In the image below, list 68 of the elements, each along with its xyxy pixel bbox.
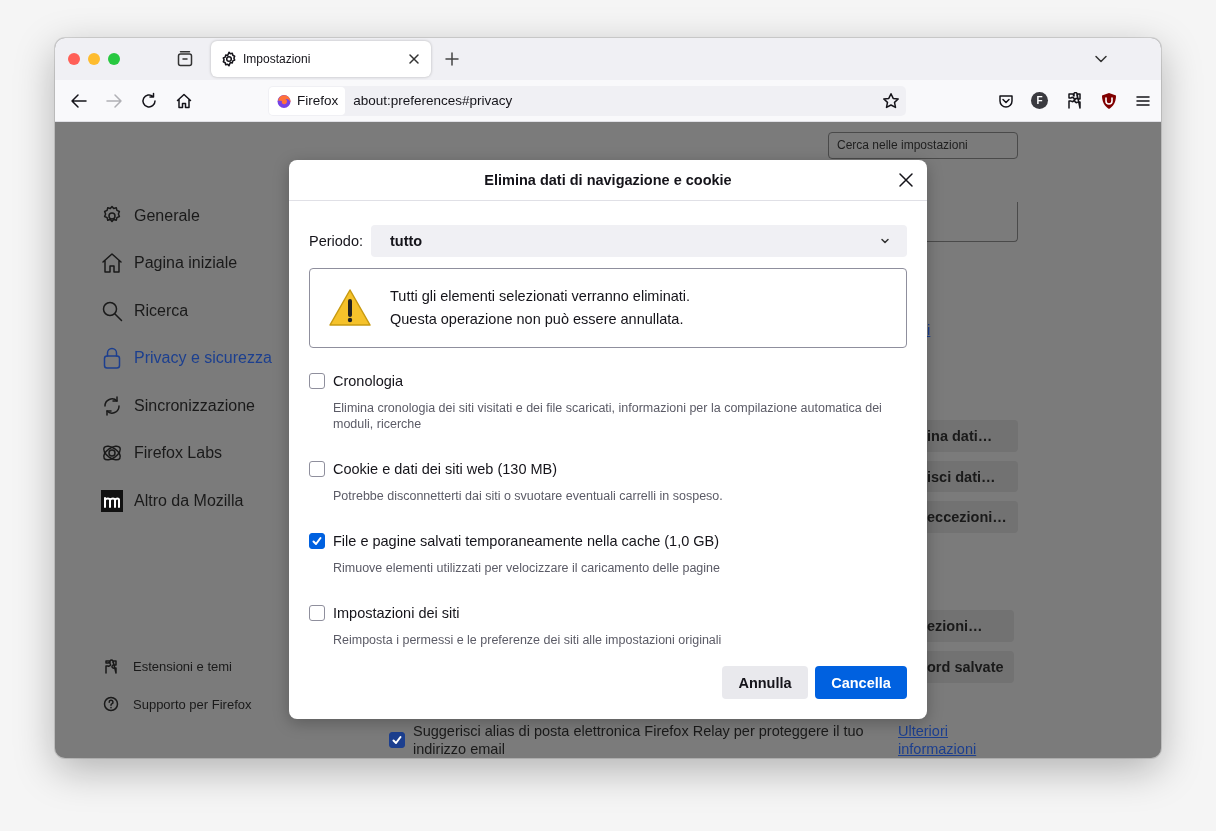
settings-button[interactable]: ezioni… bbox=[927, 610, 1014, 643]
settings-button[interactable]: isci dati… bbox=[927, 460, 1018, 493]
checkbox-label: File e pagine salvati temporaneamente nella cache (1,0 GB) bbox=[333, 533, 720, 549]
sidebar-link[interactable]: Supporto per Firefox bbox=[55, 685, 289, 723]
warning-text: Questa operazione non può essere annullata. bbox=[390, 310, 685, 329]
option-description: Rimuove elementi utilizzati per velocizzare il caricamento delle pagine bbox=[332, 560, 721, 576]
search-field[interactable]: Cerca nelle impostazioni bbox=[828, 132, 1018, 159]
cancel-button[interactable]: Annulla bbox=[722, 666, 808, 699]
sidebar-item[interactable]: Ricerca bbox=[55, 287, 289, 335]
address-bar[interactable]: Firefox about:preferences#privacy bbox=[268, 85, 906, 116]
back-arrow-icon[interactable] bbox=[70, 91, 88, 110]
home-icon bbox=[101, 252, 123, 275]
home-icon[interactable] bbox=[175, 91, 193, 110]
checkbox-label: Suggerisci alias di posta elettronica Firefox Relay per proteggere il tuo indirizzo email bbox=[413, 722, 865, 758]
lock-icon bbox=[101, 347, 123, 370]
shield-icon[interactable] bbox=[1100, 91, 1118, 110]
settings-button[interactable]: ord salvate bbox=[927, 651, 1014, 683]
sidebar-link[interactable]: Estensioni e temi bbox=[55, 647, 289, 685]
checkbox-label: Cookie e dati dei siti web (130 MB) bbox=[333, 461, 558, 477]
checkbox-label: Cronologia bbox=[333, 373, 404, 389]
new-tab-icon[interactable] bbox=[444, 51, 460, 67]
option-description: Potrebbe disconnetterti dai siti o svuotare eventuali carrelli in sospeso. bbox=[332, 488, 724, 504]
tab-title: Impostazioni bbox=[243, 52, 312, 66]
browser-tab[interactable]: Impostazioni bbox=[211, 41, 431, 77]
settings-button[interactable]: eccezioni… bbox=[927, 501, 1018, 534]
link[interactable]: i bbox=[927, 321, 1018, 338]
field-label: Periodo: bbox=[309, 233, 363, 249]
tab-list-icon[interactable] bbox=[176, 50, 194, 68]
option-description: Elimina cronologia dei siti visitati e dei file scaricati, informazioni per la compilazione automatica dei moduli, ricerche bbox=[332, 400, 883, 432]
checkbox[interactable] bbox=[309, 605, 325, 621]
browser-logo-icon bbox=[276, 92, 292, 109]
close-icon[interactable] bbox=[407, 52, 421, 66]
sidebar-item[interactable]: Pagina iniziale bbox=[55, 239, 289, 287]
close-icon[interactable] bbox=[897, 171, 915, 189]
clear-button[interactable]: Cancella bbox=[815, 666, 907, 699]
identity-label: Firefox bbox=[297, 93, 339, 108]
warning-icon bbox=[328, 288, 372, 328]
settings-button[interactable]: ina dati… bbox=[927, 419, 1018, 452]
account-avatar[interactable]: F bbox=[1031, 92, 1048, 109]
pocket-icon[interactable] bbox=[998, 92, 1014, 109]
sidebar-item[interactable]: Privacy e sicurezza bbox=[55, 334, 289, 382]
check-icon bbox=[311, 535, 323, 547]
period-dropdown[interactable]: tutto bbox=[371, 225, 907, 257]
search-icon bbox=[101, 299, 123, 322]
help-icon bbox=[103, 696, 119, 712]
star-icon[interactable] bbox=[882, 91, 900, 110]
letter-m-icon bbox=[101, 489, 123, 512]
sidebar-item[interactable]: Firefox Labs bbox=[55, 429, 289, 477]
checkbox[interactable] bbox=[309, 461, 325, 477]
sidebar-item[interactable]: Generale bbox=[55, 192, 289, 240]
window-control-icon[interactable] bbox=[68, 53, 80, 65]
reload-icon[interactable] bbox=[140, 91, 158, 110]
option-description: Reimposta i permessi e le preferenze dei siti alle impostazioni originali bbox=[332, 632, 723, 648]
sidebar-item[interactable]: Altro da Mozilla bbox=[55, 477, 289, 525]
checkbox[interactable] bbox=[309, 533, 325, 549]
dialog-title: Elimina dati di navigazione e cookie bbox=[484, 172, 732, 188]
checkbox[interactable] bbox=[389, 732, 405, 748]
url-text: about:preferences#privacy bbox=[353, 93, 513, 108]
warning-text: Tutti gli elementi selezionati verranno eliminati. bbox=[390, 287, 691, 306]
checkbox[interactable] bbox=[309, 373, 325, 389]
identity-chip[interactable]: Firefox bbox=[269, 86, 346, 115]
sidebar-item[interactable]: Sincronizzazione bbox=[55, 382, 289, 430]
sync-icon bbox=[101, 394, 123, 417]
check-icon bbox=[391, 734, 403, 746]
gear-icon bbox=[221, 51, 237, 67]
learn-more-link[interactable]: Ulteriori informazioni bbox=[898, 721, 988, 758]
forward-arrow-icon bbox=[105, 91, 123, 110]
checkbox-label: Impostazioni dei siti bbox=[333, 605, 460, 621]
